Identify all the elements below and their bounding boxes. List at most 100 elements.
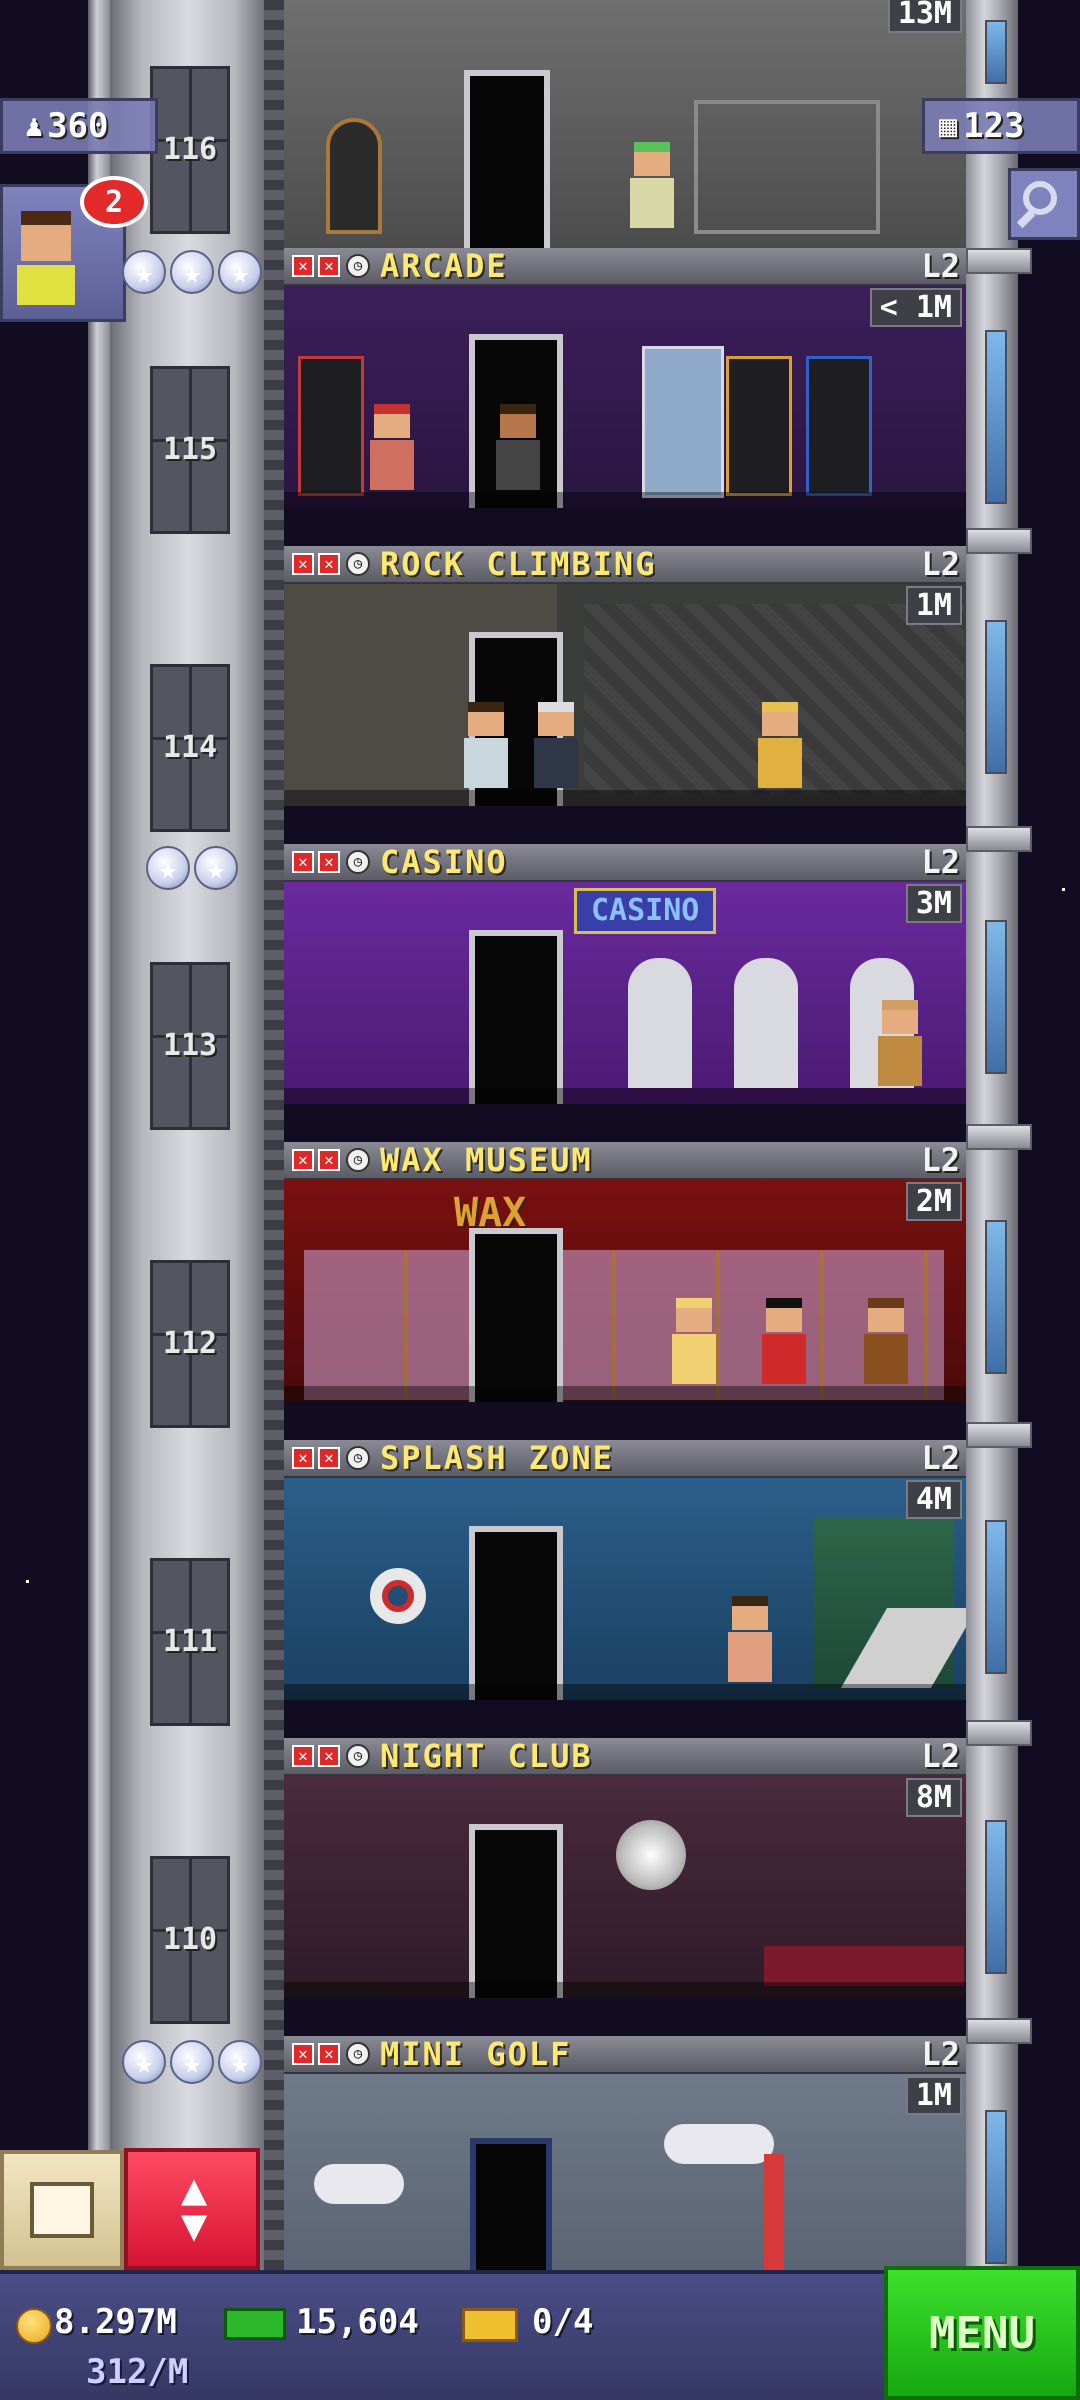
floor-ledge bbox=[966, 1124, 1032, 1150]
resident[interactable] bbox=[630, 142, 674, 230]
star-icon: ★ bbox=[218, 250, 262, 294]
floor-header[interactable]: ✕ ✕ ◷ ARCADE L2 bbox=[284, 248, 966, 286]
door bbox=[469, 1824, 563, 1998]
floor-header[interactable]: ✕ ✕ ◷ WAX MUSEUM L2 bbox=[284, 1142, 966, 1180]
star-icon: ★ bbox=[122, 2040, 166, 2084]
population-value: 360 bbox=[47, 106, 109, 146]
door bbox=[464, 70, 550, 248]
claw-machine bbox=[642, 346, 724, 498]
wax-figure[interactable] bbox=[672, 1298, 716, 1386]
floors-counter[interactable]: ▦ 123 bbox=[922, 98, 1080, 154]
floor-room-wax-museum[interactable]: ✕ ✕ ◷ WAX MUSEUM L2 2M WAX bbox=[284, 1142, 966, 1402]
floor-ledge bbox=[966, 528, 1032, 554]
building-window bbox=[985, 1520, 1007, 1674]
floor-header[interactable]: ✕ ✕ ◷ MINI GOLF L2 bbox=[284, 2036, 966, 2074]
floor-number: 112 bbox=[162, 1326, 218, 1361]
resident[interactable] bbox=[728, 1596, 772, 1684]
resident[interactable] bbox=[496, 404, 540, 492]
floor-116-room[interactable]: 13M bbox=[284, 0, 966, 248]
building-window bbox=[985, 20, 1007, 84]
left-column bbox=[88, 0, 110, 2270]
clock-icon: ◷ bbox=[346, 2042, 370, 2066]
crate-button[interactable] bbox=[0, 2150, 124, 2270]
x-icon: ✕ bbox=[292, 1447, 314, 1469]
floor-room-casino[interactable]: ✕ ✕ ◷ CASINO L2 3M CASINO bbox=[284, 844, 966, 1104]
population-counter[interactable]: ♟ 360 bbox=[0, 98, 158, 154]
floor-room-night-club[interactable]: ✕ ✕ ◷ NIGHT CLUB L2 8M bbox=[284, 1738, 966, 1998]
star-icon: ★ bbox=[146, 846, 190, 890]
star-icon: ★ bbox=[170, 2040, 214, 2084]
floor-title: NIGHT CLUB bbox=[380, 1738, 593, 1775]
floor-ledge bbox=[966, 2018, 1032, 2044]
slot-machine bbox=[734, 958, 798, 1088]
clock-icon: ◷ bbox=[346, 1446, 370, 1470]
star-icon: ★ bbox=[170, 250, 214, 294]
clock-icon: ◷ bbox=[346, 850, 370, 874]
sky-star bbox=[26, 1580, 29, 1583]
coin-rate: 312/M bbox=[86, 2352, 189, 2392]
x-icon: ✕ bbox=[318, 1149, 340, 1171]
cloud-decor bbox=[314, 2164, 404, 2204]
door bbox=[470, 2138, 552, 2270]
floor-header[interactable]: ✕ ✕ ◷ CASINO L2 bbox=[284, 844, 966, 882]
resident[interactable] bbox=[534, 702, 578, 790]
clock-icon: ◷ bbox=[346, 254, 370, 278]
floor-stars: ★ ★ ★ bbox=[122, 2040, 262, 2084]
x-icon: ✕ bbox=[292, 1149, 314, 1171]
floor-header[interactable]: ✕ ✕ ◷ ROCK CLIMBING L2 bbox=[284, 546, 966, 584]
floor-title: ARCADE bbox=[380, 248, 508, 285]
x-icon: ✕ bbox=[318, 1447, 340, 1469]
floor-income: 13M bbox=[887, 0, 962, 33]
floor-income: < 1M bbox=[869, 288, 962, 327]
resident[interactable] bbox=[464, 702, 508, 790]
x-icon: ✕ bbox=[292, 255, 314, 277]
x-icon: ✕ bbox=[318, 255, 340, 277]
building-window bbox=[985, 330, 1007, 504]
floor-room-mini-golf[interactable]: ✕ ✕ ◷ MINI GOLF L2 1M bbox=[284, 2036, 966, 2270]
floor-number: 110 bbox=[162, 1922, 218, 1957]
star-icon: ★ bbox=[122, 250, 166, 294]
clock-icon: ◷ bbox=[346, 552, 370, 576]
sky-star bbox=[1062, 888, 1065, 891]
x-icon: ✕ bbox=[292, 851, 314, 873]
cloud-decor bbox=[664, 2124, 774, 2164]
floor-level: L2 bbox=[921, 546, 960, 583]
floor-income: 3M bbox=[905, 884, 962, 923]
floor-income: 8M bbox=[905, 1778, 962, 1817]
door bbox=[469, 930, 563, 1104]
coin-icon bbox=[16, 2308, 52, 2344]
floor-room-arcade[interactable]: ✕ ✕ ◷ ARCADE L2 < 1M bbox=[284, 248, 966, 508]
resident[interactable] bbox=[878, 1000, 922, 1088]
bux-icon bbox=[224, 2308, 286, 2340]
clock-icon: ◷ bbox=[346, 1744, 370, 1768]
floor-ledge bbox=[966, 1720, 1032, 1746]
star-icon: ★ bbox=[194, 846, 238, 890]
building-window bbox=[985, 1220, 1007, 1374]
elevator-button[interactable]: ▲ ▼ bbox=[124, 2148, 260, 2270]
arcade-machine bbox=[806, 356, 872, 496]
resident[interactable] bbox=[370, 404, 414, 492]
floor-room-rock-climbing[interactable]: ✕ ✕ ◷ ROCK CLIMBING L2 1M bbox=[284, 546, 966, 806]
floor-header[interactable]: ✕ ✕ ◷ NIGHT CLUB L2 bbox=[284, 1738, 966, 1776]
wax-figure[interactable] bbox=[864, 1298, 908, 1386]
floor-title: WAX MUSEUM bbox=[380, 1142, 593, 1179]
floor-room-splash-zone[interactable]: ✕ ✕ ◷ SPLASH ZONE L2 4M bbox=[284, 1440, 966, 1700]
door bbox=[469, 1228, 563, 1402]
lounge-seating bbox=[764, 1946, 964, 1986]
floor-number: 113 bbox=[162, 1028, 218, 1063]
notification-badge: 2 bbox=[80, 176, 148, 228]
door bbox=[469, 1526, 563, 1700]
floor-title: CASINO bbox=[380, 844, 508, 881]
search-button[interactable] bbox=[1008, 168, 1080, 240]
x-icon: ✕ bbox=[292, 1745, 314, 1767]
wax-figure[interactable] bbox=[762, 1298, 806, 1386]
person-icon: ♟ bbox=[25, 108, 44, 144]
menu-button[interactable]: MENU bbox=[884, 2266, 1080, 2400]
x-icon: ✕ bbox=[318, 1745, 340, 1767]
floor-level: L2 bbox=[921, 1738, 960, 1775]
bux-balance: 15,604 bbox=[296, 2302, 419, 2342]
floor-header[interactable]: ✕ ✕ ◷ SPLASH ZONE L2 bbox=[284, 1440, 966, 1478]
floor-level: L2 bbox=[921, 1142, 960, 1179]
resident[interactable] bbox=[758, 702, 802, 790]
floor-income: 2M bbox=[905, 1182, 962, 1221]
